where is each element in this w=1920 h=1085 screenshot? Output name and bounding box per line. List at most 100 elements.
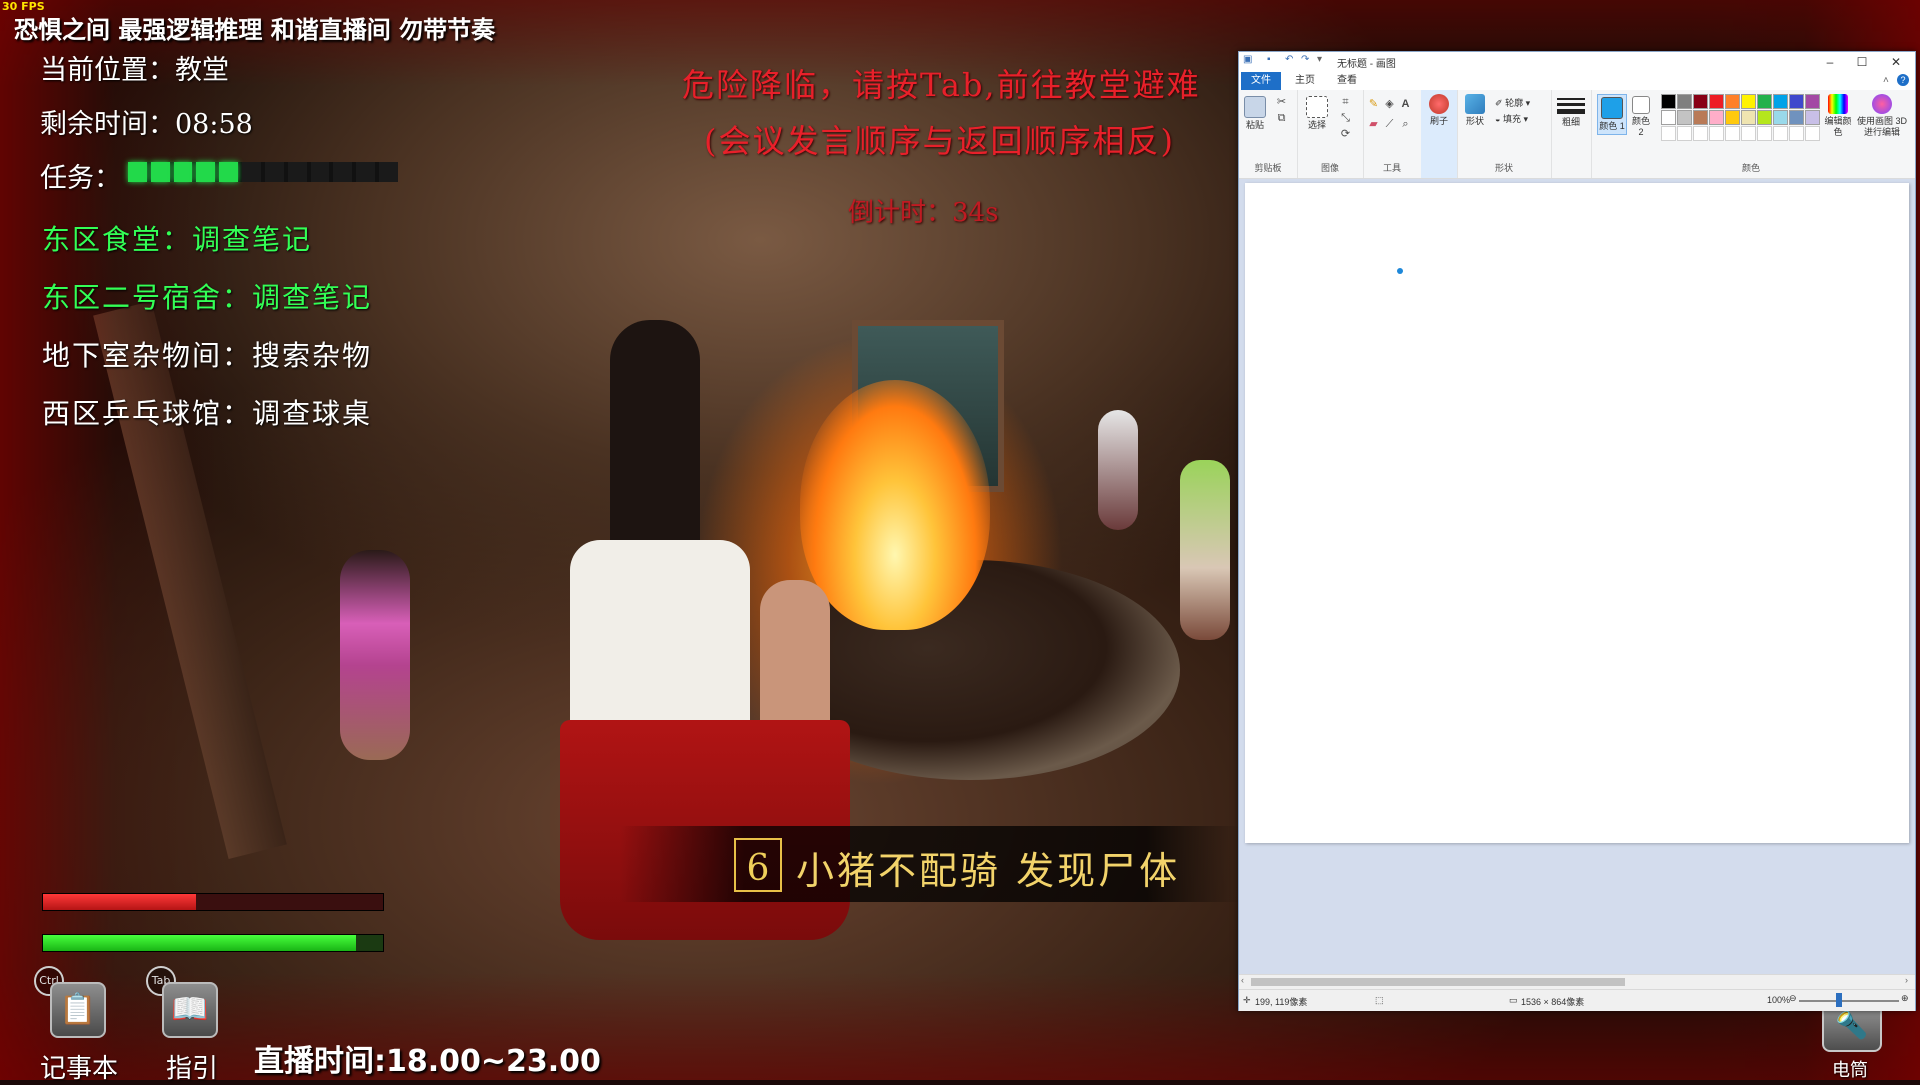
task-item: 东区二号宿舍：调查笔记 (42, 281, 373, 314)
custom-color-slot[interactable] (1741, 126, 1756, 141)
save-icon[interactable]: ▪ (1267, 55, 1277, 65)
customize-quick-access-icon[interactable]: ▾ (1317, 55, 1327, 65)
cut-icon[interactable]: ✂ (1275, 96, 1288, 109)
custom-color-slot[interactable] (1677, 126, 1692, 141)
palette-swatch[interactable] (1805, 94, 1820, 109)
palette-swatch[interactable] (1741, 94, 1756, 109)
palette-swatch[interactable] (1725, 110, 1740, 125)
ribbon-tabs: 文件 主页 查看 ˄ ? (1239, 72, 1915, 91)
zoom-out-icon[interactable]: ⊖ (1789, 993, 1797, 1004)
zoom-in-icon[interactable]: ⊕ (1901, 993, 1909, 1004)
custom-color-slot[interactable] (1789, 126, 1804, 141)
palette-swatch[interactable] (1741, 110, 1756, 125)
help-icon[interactable]: ? (1897, 74, 1909, 86)
stream-schedule: 直播时间:18.00~23.00 (254, 1044, 601, 1079)
drawing-canvas[interactable] (1245, 183, 1909, 843)
zoom-slider-thumb[interactable] (1836, 993, 1842, 1007)
color-picker-icon[interactable]: ⟋ (1383, 118, 1396, 131)
palette-swatch[interactable] (1709, 94, 1724, 109)
paint3d-button[interactable]: 使用画图 3D 进行编辑 (1857, 94, 1907, 138)
custom-color-slot[interactable] (1725, 126, 1740, 141)
edit-colors-button[interactable]: 编辑颜色 (1823, 94, 1853, 138)
outline-button[interactable]: ✐ 轮廓 ▾ (1495, 98, 1530, 109)
palette-swatch[interactable] (1693, 110, 1708, 125)
time-remaining: 剩余时间：08:58 (40, 109, 253, 140)
palette-swatch[interactable] (1773, 94, 1788, 109)
custom-color-slot[interactable] (1773, 126, 1788, 141)
maximize-button[interactable]: ☐ (1847, 53, 1877, 71)
subtitle-player-number: 6 (734, 838, 782, 892)
colors-group: 颜色 1 颜色 2 编辑颜色 使用画图 3D 进行编辑 颜色 (1591, 90, 1911, 178)
subtitle-message: 小猪不配骑 发现尸体 (796, 849, 1181, 893)
collapse-ribbon-icon[interactable]: ˄ (1883, 75, 1889, 86)
scrollbar-thumb[interactable] (1251, 978, 1625, 986)
minimize-button[interactable]: – (1815, 53, 1845, 71)
scroll-right-icon[interactable]: › (1905, 975, 1908, 985)
cursor-position: 199, 119像素 (1255, 997, 1308, 1007)
pencil-icon[interactable]: ✎ (1367, 98, 1380, 111)
palette-swatch[interactable] (1661, 110, 1676, 125)
custom-color-slot[interactable] (1661, 126, 1676, 141)
color2-button[interactable]: 颜色 2 (1629, 96, 1653, 138)
zoom-slider[interactable] (1799, 1000, 1899, 1002)
resize-icon[interactable]: ⤡ (1339, 112, 1352, 125)
select-button[interactable]: 选择 (1303, 96, 1331, 131)
paste-button[interactable]: 粘贴 (1243, 96, 1267, 131)
crop-icon[interactable]: ⌗ (1339, 96, 1352, 109)
paint-window-title: 无标题 - 画图 (1337, 59, 1396, 70)
palette-swatch[interactable] (1773, 110, 1788, 125)
task-label: 任务： (40, 163, 121, 194)
palette-swatch[interactable] (1757, 110, 1772, 125)
tab-view[interactable]: 查看 (1329, 72, 1365, 90)
canvas-area[interactable] (1239, 179, 1915, 974)
fill-bucket-icon: ◒ (1495, 114, 1501, 124)
palette-swatch[interactable] (1677, 110, 1692, 125)
palette-swatch[interactable] (1789, 110, 1804, 125)
fill-button[interactable]: ◒ 填充 ▾ (1495, 114, 1528, 125)
tab-home[interactable]: 主页 (1287, 72, 1323, 90)
paint-titlebar[interactable]: ▣ ▪ ↶ ↷ ▾ 无标题 - 画图 – ☐ ✕ (1239, 52, 1915, 72)
color1-button[interactable]: 颜色 1 (1597, 94, 1627, 135)
close-button[interactable]: ✕ (1881, 53, 1911, 71)
paint3d-icon (1872, 94, 1892, 114)
palette-swatch[interactable] (1709, 110, 1724, 125)
notebook-icon[interactable]: 📋 (50, 982, 106, 1038)
magnifier-icon[interactable]: ⌕ (1399, 118, 1412, 131)
palette-swatch[interactable] (1693, 94, 1708, 109)
palette-swatch[interactable] (1757, 94, 1772, 109)
copy-icon[interactable]: ⧉ (1275, 112, 1288, 125)
undo-icon[interactable]: ↶ (1285, 55, 1295, 65)
palette-swatch[interactable] (1805, 110, 1820, 125)
brushes-group: 刷子 (1421, 90, 1458, 178)
task-progress-segment (219, 162, 239, 182)
text-icon[interactable]: A (1399, 98, 1412, 111)
rotate-icon[interactable]: ⟳ (1339, 128, 1352, 141)
colors-group-label: 颜色 (1741, 163, 1760, 173)
paint-window[interactable]: ▣ ▪ ↶ ↷ ▾ 无标题 - 画图 – ☐ ✕ 文件 主页 查看 ˄ ? 粘贴… (1238, 51, 1916, 1011)
redo-icon[interactable]: ↷ (1301, 55, 1311, 65)
size-label: 粗细 (1561, 117, 1580, 127)
horizontal-scrollbar[interactable]: ‹ › (1239, 974, 1915, 989)
palette-swatch[interactable] (1725, 94, 1740, 109)
custom-color-slot[interactable] (1757, 126, 1772, 141)
palette-swatch[interactable] (1661, 94, 1676, 109)
guide-book-icon[interactable]: 📖 (162, 982, 218, 1038)
palette-swatch[interactable] (1677, 94, 1692, 109)
custom-color-slot[interactable] (1693, 126, 1708, 141)
flashlight-label: 电筒 (1832, 1060, 1868, 1081)
brush-button[interactable]: 刷子 (1425, 94, 1453, 127)
shapes-button[interactable]: 形状 (1461, 94, 1489, 127)
fill-icon[interactable]: ◈ (1383, 98, 1396, 111)
paint-app-icon: ▣ (1243, 54, 1253, 65)
scroll-left-icon[interactable]: ‹ (1241, 975, 1244, 985)
palette-swatch[interactable] (1789, 94, 1804, 109)
custom-color-slot[interactable] (1709, 126, 1724, 141)
tab-file[interactable]: 文件 (1241, 72, 1281, 90)
task-progress-segment (356, 162, 376, 182)
size-button[interactable]: 粗细 (1557, 96, 1585, 128)
task-progress-segment (150, 162, 170, 182)
shapes-label: 形状 (1465, 116, 1484, 126)
eraser-icon[interactable]: ▰ (1367, 118, 1380, 131)
custom-color-slot[interactable] (1805, 126, 1820, 141)
selection-size-icon: ⬚ (1375, 995, 1384, 1005)
